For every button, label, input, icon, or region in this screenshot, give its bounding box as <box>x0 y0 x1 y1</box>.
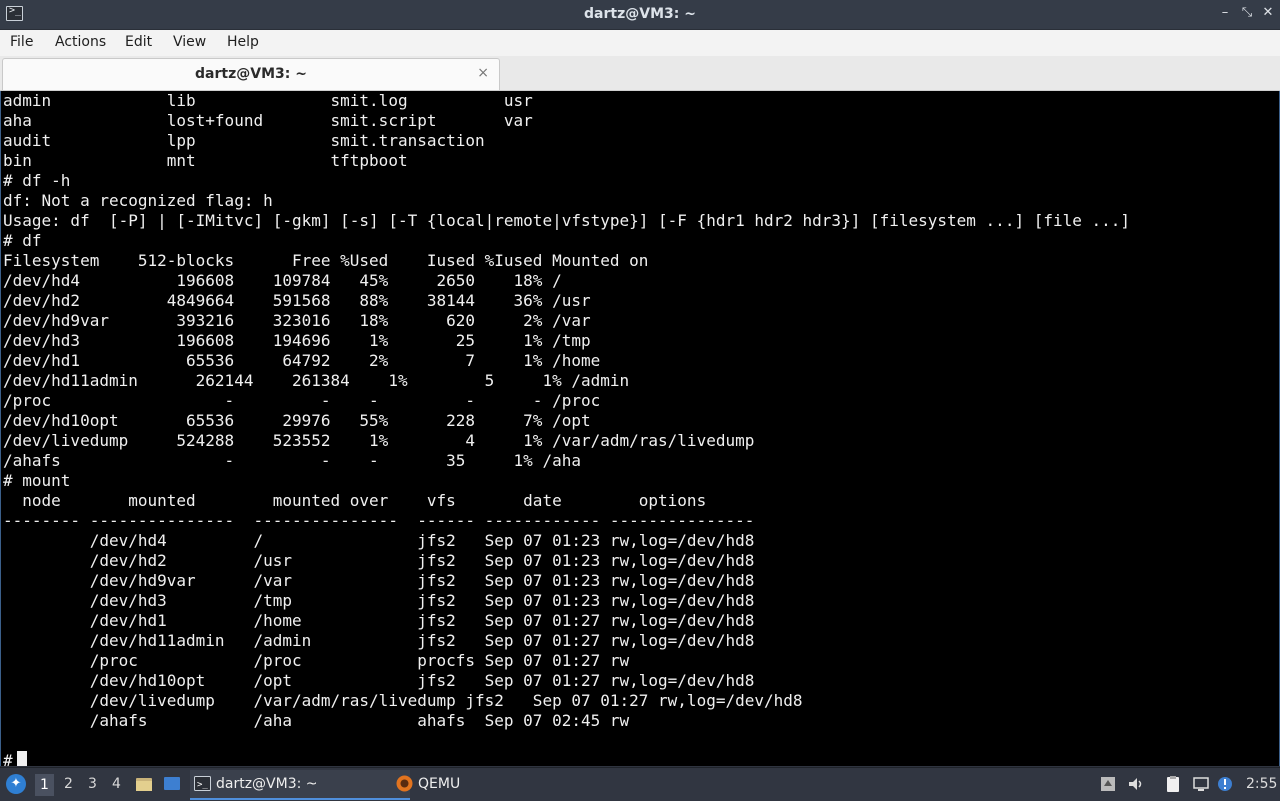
close-button[interactable]: ✕ <box>1261 6 1275 20</box>
terminal-cursor <box>16 751 27 766</box>
terminal-line: bin mnt tftpboot <box>3 151 408 170</box>
qemu-icon <box>396 775 413 792</box>
terminal-icon: >_ <box>194 776 211 791</box>
terminal-line: Filesystem 512-blocks Free %Used Iused %… <box>3 251 649 270</box>
terminal-line: # mount <box>3 471 71 490</box>
terminal-line: /dev/hd10opt /opt jfs2 Sep 07 01:27 rw,l… <box>3 671 755 690</box>
show-desktop-icon[interactable] <box>163 775 181 793</box>
tab-terminal[interactable]: dartz@VM3: ~ × <box>2 58 500 90</box>
task-qemu[interactable]: QEMU <box>392 770 538 798</box>
network-icon[interactable] <box>1192 775 1210 793</box>
terminal-line: /dev/hd4 / jfs2 Sep 07 01:23 rw,log=/dev… <box>3 531 755 550</box>
terminal-line: /dev/hd9var 393216 323016 18% 620 2% /va… <box>3 311 591 330</box>
window-title: dartz@VM3: ~ <box>584 6 696 22</box>
workspace-2[interactable]: 2 <box>64 776 73 792</box>
terminal-line: /proc /proc procfs Sep 07 01:27 rw <box>3 651 630 670</box>
notification-icon[interactable] <box>1216 775 1234 793</box>
terminal-line: # df -h <box>3 171 71 190</box>
terminal-line: Usage: df [-P] | [-IMitvc] [-gkm] [-s] [… <box>3 211 1131 230</box>
terminal-line: # df <box>3 231 42 250</box>
menu-view[interactable]: View <box>173 34 206 50</box>
terminal-prompt[interactable]: # <box>3 751 1279 766</box>
tab-label: dartz@VM3: ~ <box>195 66 307 82</box>
terminal-line: node mounted mounted over vfs date optio… <box>3 491 707 510</box>
task-qemu-label: QEMU <box>418 776 461 792</box>
workspace-4[interactable]: 4 <box>112 776 121 792</box>
menu-actions[interactable]: Actions <box>55 34 106 50</box>
terminal-line: /dev/hd1 65536 64792 2% 7 1% /home <box>3 351 601 370</box>
tab-close-icon[interactable]: × <box>477 65 489 81</box>
terminal-line: /ahafs /aha ahafs Sep 07 02:45 rw <box>3 711 630 730</box>
minimize-button[interactable]: – <box>1218 6 1232 20</box>
terminal-line: /dev/hd2 4849664 591568 88% 38144 36% /u… <box>3 291 591 310</box>
restore-button[interactable]: ⤡ <box>1240 6 1254 20</box>
menu-edit[interactable]: Edit <box>125 34 152 50</box>
workspace-3[interactable]: 3 <box>88 776 97 792</box>
terminal-line: /dev/livedump /var/adm/ras/livedump jfs2… <box>3 691 803 710</box>
taskbar: ✦ 1 2 3 4 >_ dartz@VM3: ~ QEMU 2:55 <box>0 767 1280 801</box>
terminal-line: /dev/hd1 /home jfs2 Sep 07 01:27 rw,log=… <box>3 611 755 630</box>
terminal-line: /ahafs - - - 35 1% /aha <box>3 451 581 470</box>
terminal-lines: admin lib smit.log usr aha lost+found smi… <box>1 91 1279 766</box>
terminal-line: /dev/hd3 196608 194696 1% 25 1% /tmp <box>3 331 591 350</box>
task-terminal-label: dartz@VM3: ~ <box>216 776 318 792</box>
terminal-output[interactable]: admin lib smit.log usr aha lost+found smi… <box>0 91 1280 766</box>
terminal-line: /dev/hd10opt 65536 29976 55% 228 7% /opt <box>3 411 591 430</box>
terminal-line: /dev/hd4 196608 109784 45% 2650 18% / <box>3 271 562 290</box>
terminal-line: /dev/hd11admin 262144 261384 1% 5 1% /ad… <box>3 371 630 390</box>
menu-file[interactable]: File <box>10 34 33 50</box>
workspace-1[interactable]: 1 <box>35 774 54 796</box>
terminal-line: aha lost+found smit.script var <box>3 111 533 130</box>
terminal-line: /dev/livedump 524288 523552 1% 4 1% /var… <box>3 431 755 450</box>
volume-icon[interactable] <box>1127 775 1145 793</box>
menu-bar: File Actions Edit View Help <box>0 30 1280 56</box>
window-titlebar[interactable]: >_ dartz@VM3: ~ – ⤡ ✕ <box>0 0 1280 30</box>
task-terminal[interactable]: >_ dartz@VM3: ~ <box>190 770 410 800</box>
clipboard-icon[interactable] <box>1164 775 1182 793</box>
terminal-line: /proc - - - - - /proc <box>3 391 601 410</box>
clock[interactable]: 2:55 <box>1246 776 1277 792</box>
menu-help[interactable]: Help <box>227 34 259 50</box>
tab-bar: dartz@VM3: ~ × <box>0 56 1280 91</box>
eject-icon[interactable] <box>1099 775 1117 793</box>
terminal-line: audit lpp smit.transaction <box>3 131 485 150</box>
terminal-line: /dev/hd3 /tmp jfs2 Sep 07 01:23 rw,log=/… <box>3 591 755 610</box>
terminal-line: df: Not a recognized flag: h <box>3 191 273 210</box>
terminal-line: -------- --------------- ---------------… <box>3 511 755 530</box>
terminal-line: /dev/hd9var /var jfs2 Sep 07 01:23 rw,lo… <box>3 571 755 590</box>
terminal-line: admin lib smit.log usr <box>3 91 533 110</box>
terminal-line: /dev/hd2 /usr jfs2 Sep 07 01:23 rw,log=/… <box>3 551 755 570</box>
file-manager-icon[interactable] <box>135 775 153 793</box>
prompt-symbol: # <box>3 751 13 766</box>
terminal-line: /dev/hd11admin /admin jfs2 Sep 07 01:27 … <box>3 631 755 650</box>
start-menu-icon[interactable]: ✦ <box>6 774 26 794</box>
svg-text:>_: >_ <box>197 780 208 790</box>
